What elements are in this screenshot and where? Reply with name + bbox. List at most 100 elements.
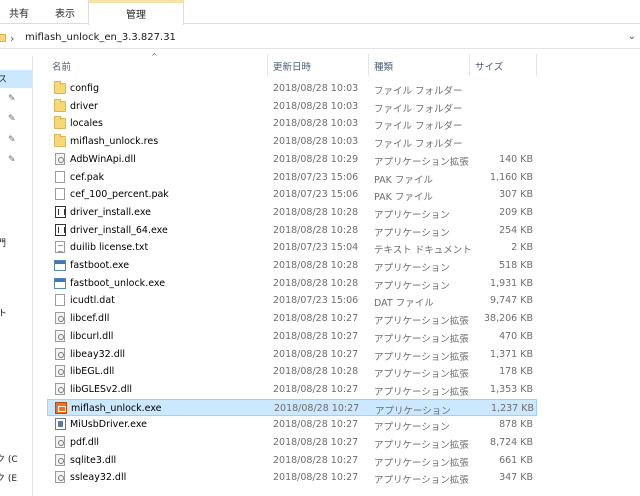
breadcrumb-current-folder[interactable]: miflash_unlock_en_3.3.827.31 <box>25 32 176 43</box>
file-row[interactable]: fastboot.exe 2018/08/28 10:28 アプリケーション 518 … <box>47 257 537 275</box>
file-size: 347 KB <box>499 472 533 484</box>
file-name: driver_install_64.exe <box>70 224 168 236</box>
nav-item-drive-e[interactable]: ク (E <box>0 471 17 484</box>
file-row[interactable]: locales 2018/08/28 10:03 ファイル フォルダー <box>47 115 537 133</box>
column-header-size[interactable]: サイズ <box>470 54 537 76</box>
file-type: ファイル フォルダー <box>374 121 463 133</box>
file-size: 1,353 KB <box>490 383 533 395</box>
file-type: アプリケーション拡張 <box>374 333 469 345</box>
nav-item-folder[interactable]: ト <box>0 306 7 319</box>
file-type: アプリケーション <box>374 422 450 434</box>
file-modified-date: 2018/08/28 10:27 <box>273 454 359 466</box>
tab-view[interactable]: 表示 <box>55 5 75 20</box>
file-type: アプリケーション <box>374 263 450 274</box>
file-modified-date: 2018/07/23 15:06 <box>273 295 359 307</box>
file-row[interactable]: duilib license.txt 2018/07/23 15:04 テキスト ド… <box>47 239 537 257</box>
file-row[interactable]: libcef.dll 2018/08/28 10:27 アプリケーション拡張 38,2… <box>47 310 537 328</box>
file-modified-date: 2018/08/28 10:27 <box>273 472 359 484</box>
file-name: driver <box>70 100 98 112</box>
file-row[interactable]: libcurl.dll 2018/08/28 10:27 アプリケーション拡張 470… <box>47 328 537 346</box>
file-row[interactable]: miflash_unlock.exe 2018/08/28 10:27 アプリケーシ… <box>47 398 537 417</box>
file-row[interactable]: driver_install.exe 2018/08/28 10:28 アプリケーシ… <box>47 204 537 222</box>
file-name: config <box>70 83 100 94</box>
chevron-right-icon[interactable]: › <box>10 32 14 45</box>
file-row[interactable]: AdbWinApi.dll 2018/08/28 10:29 アプリケーション拡張 1… <box>47 151 537 169</box>
file-size: 38,206 KB <box>483 313 533 325</box>
file-name: libcef.dll <box>70 313 110 325</box>
file-row[interactable]: driver 2018/08/28 10:03 ファイル フォルダー <box>47 98 537 116</box>
file-row[interactable]: pdf.dll 2018/08/28 10:27 アプリケーション拡張 8,724 K… <box>47 434 537 452</box>
file-type: DAT ファイル <box>374 298 434 310</box>
pin-icon[interactable]: ✎ <box>8 135 16 145</box>
mi-app-icon <box>55 401 67 414</box>
column-header-type[interactable]: 種類 <box>369 54 470 76</box>
file-modified-date: 2018/07/23 15:06 <box>273 189 359 201</box>
file-size: 178 KB <box>499 366 533 378</box>
file-type: ファイル フォルダー <box>374 86 463 97</box>
file-name: libcurl.dll <box>70 330 114 342</box>
nav-item-drive-c[interactable]: ク (C <box>0 452 18 465</box>
folder-icon <box>0 34 6 42</box>
file-size: 209 KB <box>499 206 533 218</box>
file-icon <box>55 170 65 183</box>
file-size: 1,371 KB <box>490 348 533 360</box>
file-modified-date: 2018/08/28 10:27 <box>274 402 360 414</box>
file-row[interactable]: cef.pak 2018/07/23 15:06 PAK ファイル 1,160 KB <box>47 169 537 187</box>
file-name: MiUsbDriver.exe <box>70 419 148 431</box>
dll-icon <box>55 347 65 360</box>
file-name: AdbWinApi.dll <box>70 153 136 165</box>
file-name: cef.pak <box>70 171 105 183</box>
chevron-down-icon[interactable]: ⌄ <box>628 31 636 42</box>
pin-icon[interactable]: ✎ <box>8 155 16 165</box>
file-row[interactable]: MiUsbDriver.exe 2018/08/28 10:27 アプリケーション 8… <box>47 416 537 434</box>
pin-icon[interactable]: ✎ <box>8 94 16 104</box>
nav-item-quick-access[interactable]: ス <box>0 72 7 85</box>
column-header-date[interactable]: 更新日時 <box>268 54 369 76</box>
dll-icon <box>55 152 65 165</box>
file-row[interactable]: fastboot_unlock.exe 2018/08/28 10:28 アプリケー… <box>47 275 537 293</box>
file-name: driver_install.exe <box>70 206 152 218</box>
dll-icon <box>55 312 65 325</box>
nav-item-folder[interactable]: 門 <box>0 236 6 249</box>
dll-icon <box>55 471 65 484</box>
file-row[interactable]: miflash_unlock.res 2018/08/28 10:03 ファイル フ… <box>47 133 537 151</box>
address-bar[interactable]: › miflash_unlock_en_3.3.827.31 ⌄ <box>0 29 640 49</box>
navigation-pane: ス ✎ ✎ ✎ ✎ 門 ト ク (C ク (E <box>0 56 33 496</box>
tab-manage[interactable]: 管理 <box>88 0 184 25</box>
ribbon-tabs: 共有 表示 管理 <box>0 0 640 25</box>
pin-icon[interactable]: ✎ <box>8 114 16 124</box>
file-row[interactable]: driver_install_64.exe 2018/08/28 10:28 アプリ… <box>47 222 537 240</box>
column-header-row: ^ 名前 更新日時 種類 サイズ <box>47 52 640 76</box>
column-header-name[interactable]: 名前 <box>47 54 268 76</box>
file-row[interactable]: icudtl.dat 2018/07/23 15:06 DAT ファイル 9,747 … <box>47 292 537 310</box>
file-size: 661 KB <box>499 454 533 466</box>
file-modified-date: 2018/08/28 10:27 <box>273 383 359 395</box>
file-modified-date: 2018/08/28 10:28 <box>273 366 359 378</box>
file-row[interactable]: libEGL.dll 2018/08/28 10:28 アプリケーション拡張 178 … <box>47 363 537 381</box>
file-row[interactable]: libGLESv2.dll 2018/08/28 10:27 アプリケーション拡張 1… <box>47 381 537 399</box>
file-modified-date: 2018/08/28 10:27 <box>273 437 359 448</box>
file-name: ssleay32.dll <box>70 472 127 484</box>
file-size: 470 KB <box>499 330 533 342</box>
file-type: ファイル フォルダー <box>374 103 463 115</box>
file-row[interactable]: cef_100_percent.pak 2018/07/23 15:06 PAK フ… <box>47 186 537 204</box>
file-row[interactable]: libeay32.dll 2018/08/28 10:27 アプリケーション拡張 1,… <box>47 346 537 364</box>
tab-share[interactable]: 共有 <box>9 5 29 20</box>
file-size: 1,931 KB <box>490 277 533 289</box>
file-size: 140 KB <box>499 153 533 165</box>
file-row[interactable]: sqlite3.dll 2018/08/28 10:27 アプリケーション拡張 661… <box>47 452 537 470</box>
dll-icon <box>55 365 65 378</box>
file-row[interactable]: ssleay32.dll 2018/08/28 10:27 アプリケーション拡張 34… <box>47 469 537 487</box>
file-modified-date: 2018/08/28 10:28 <box>273 260 359 271</box>
file-type: アプリケーション拡張 <box>374 475 469 487</box>
file-size: 9,747 KB <box>490 295 533 307</box>
file-size: 1,160 KB <box>490 171 533 183</box>
app-icon <box>54 277 66 289</box>
file-modified-date: 2018/08/28 10:03 <box>273 118 359 130</box>
file-modified-date: 2018/08/28 10:27 <box>273 313 359 325</box>
file-row[interactable]: config 2018/08/28 10:03 ファイル フォルダー <box>47 80 537 98</box>
file-name: libEGL.dll <box>70 366 115 378</box>
file-type: アプリケーション <box>374 209 450 221</box>
file-size: 307 KB <box>499 189 533 201</box>
file-type: アプリケーション拡張 <box>374 351 469 363</box>
